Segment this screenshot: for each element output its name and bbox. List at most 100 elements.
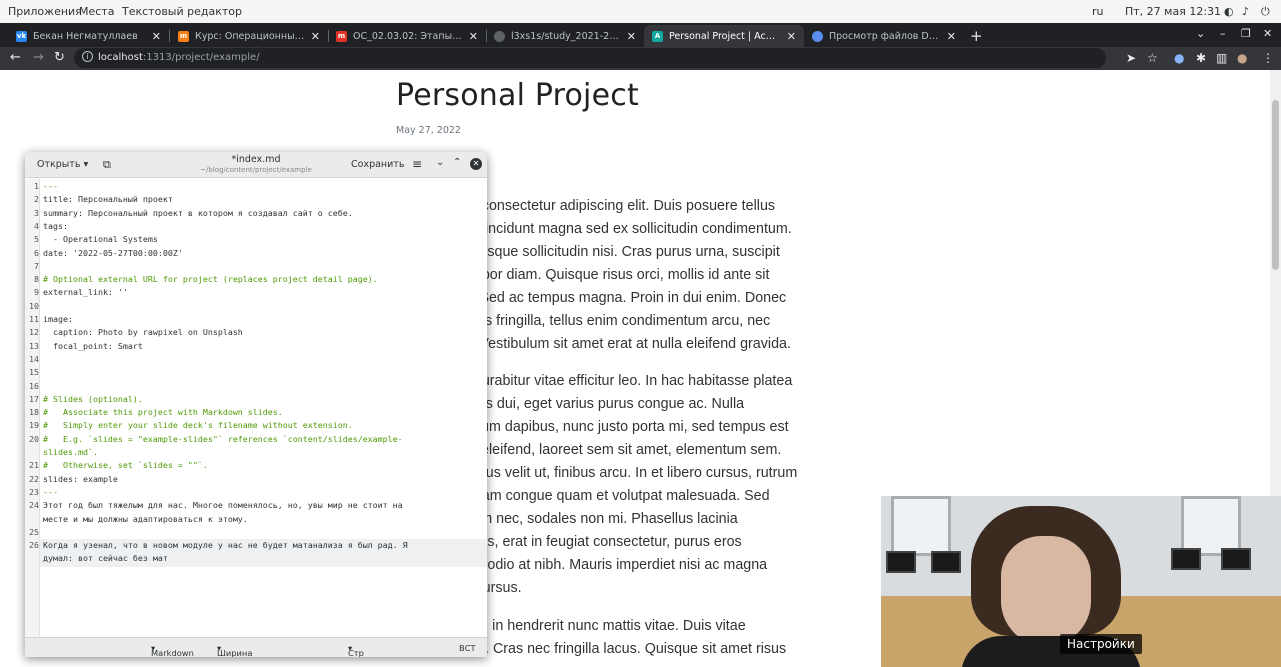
line-number: 4 xyxy=(34,220,39,231)
line-number: 18 xyxy=(29,407,39,418)
browser-tab[interactable]: l3xs1s/study_2021-2022_os-in ✕ xyxy=(486,25,644,47)
bookmark-star-icon[interactable]: ☆ xyxy=(1147,51,1158,65)
browser-tab[interactable]: vk Бекан Негматуллаев ✕ xyxy=(8,25,169,47)
line-number: 16 xyxy=(29,380,39,391)
code-line[interactable]: date: '2022-05-27T00:00:00Z' xyxy=(43,248,183,258)
line-number: 17 xyxy=(29,393,39,404)
site-info-icon[interactable]: i xyxy=(82,51,93,62)
code-line[interactable]: slides.md`. xyxy=(43,447,98,457)
code-line[interactable]: tags: xyxy=(43,221,68,231)
code-line[interactable]: # Associate this project with Markdown s… xyxy=(43,407,283,417)
volume-icon[interactable]: ♪ xyxy=(1242,5,1249,18)
code-line[interactable]: # Slides (optional). xyxy=(43,394,143,404)
moodle-icon: m xyxy=(336,30,347,42)
side-panel-icon[interactable]: ▥ xyxy=(1216,51,1227,65)
profile-avatar-icon[interactable]: ● xyxy=(1237,51,1247,65)
code-line[interactable]: --- xyxy=(43,181,58,191)
active-app-menu[interactable]: Текстовый редактор xyxy=(122,5,242,18)
line-number-gutter: 1 2 3 4 5 6 7 8 9 10 11 12 13 14 15 16 17 18 19 20 21 22 23 24 2… xyxy=(25,179,40,637)
code-line[interactable]: summary: Персональный проект в котором я… xyxy=(43,208,353,218)
tab-width-selector[interactable]: Ширина табуляции: 8 ▾ xyxy=(217,643,252,657)
close-window-icon[interactable]: ✕ xyxy=(1263,27,1272,40)
minimize-window-icon[interactable]: – xyxy=(1220,27,1226,40)
line-number: 23 xyxy=(29,486,39,497)
code-line[interactable]: - Operational Systems xyxy=(43,234,158,244)
tab-search-icon[interactable]: ⌄ xyxy=(1196,27,1205,40)
article-date: May 27, 2022 xyxy=(396,125,461,136)
code-line[interactable]: думал: вот сейчас без мат xyxy=(43,553,168,563)
page-title: Personal Project xyxy=(396,78,639,113)
close-tab-icon[interactable]: ✕ xyxy=(787,30,796,43)
settings-label[interactable]: Настройки xyxy=(1060,634,1142,654)
code-line[interactable]: image: xyxy=(43,314,73,324)
line-number: 12 xyxy=(29,327,39,338)
page-scrollbar-thumb[interactable] xyxy=(1272,100,1279,270)
code-line[interactable]: месте и мы должны адаптироваться к этому… xyxy=(43,514,248,524)
browser-tab-active[interactable]: A Personal Project | Academic ✕ xyxy=(644,25,804,47)
browser-toolbar: ← → ↻ i localhost:1313/project/example/ … xyxy=(0,47,1281,70)
forward-icon[interactable]: → xyxy=(33,50,44,65)
close-tab-icon[interactable]: ✕ xyxy=(311,30,320,43)
code-line[interactable]: --- xyxy=(43,487,58,497)
code-line[interactable]: external_link: '' xyxy=(43,287,128,297)
save-button[interactable]: Сохранить xyxy=(351,159,404,170)
url-text[interactable]: localhost:1313/project/example/ xyxy=(98,52,260,63)
editor-header-bar: Открыть ▾ ⧉ *index.md ~/blog/content/pro… xyxy=(25,152,487,178)
code-line[interactable]: slides: example xyxy=(43,474,118,484)
syntax-selector[interactable]: Markdown ▾ xyxy=(151,643,194,657)
network-icon[interactable]: ◐ xyxy=(1224,5,1234,18)
keyboard-layout-indicator[interactable]: ru xyxy=(1092,5,1104,18)
code-line[interactable]: caption: Photo by rawpixel on Unsplash xyxy=(43,327,243,337)
close-tab-icon[interactable]: ✕ xyxy=(469,30,478,43)
editor-status-bar: Markdown ▾ Ширина табуляции: 8 ▾ Стр 26,… xyxy=(25,637,487,657)
close-icon[interactable]: ✕ xyxy=(470,158,482,170)
line-number: 10 xyxy=(29,300,39,311)
applications-menu[interactable]: Приложения xyxy=(8,5,82,18)
line-number: 26 xyxy=(29,540,39,551)
extensions-puzzle-icon[interactable]: ✱ xyxy=(1196,51,1206,65)
back-icon[interactable]: ← xyxy=(10,50,21,65)
line-number: 8 xyxy=(34,274,39,285)
code-line[interactable]: Этот год был тяжелым для нас. Многое пом… xyxy=(43,500,403,510)
editor-text-area[interactable]: 1 2 3 4 5 6 7 8 9 10 11 12 13 14 15 16 17 18 19 20 21 22 23 24 2… xyxy=(25,179,487,637)
browser-tab[interactable]: Просмотр файлов DOCX | Mi ✕ xyxy=(804,25,964,47)
browser-tab[interactable]: m ОС_02.03.02: Этапы реализац ✕ xyxy=(328,25,486,47)
send-icon[interactable]: ➤ xyxy=(1126,51,1136,65)
line-number: 20 xyxy=(29,433,39,444)
code-line[interactable]: # E.g. `slides = "example-slides"` refer… xyxy=(43,434,403,444)
address-bar[interactable]: i localhost:1313/project/example/ xyxy=(74,48,1106,68)
code-line[interactable]: focal_point: Smart xyxy=(43,341,143,351)
clock[interactable]: Пт, 27 мая 12:31 xyxy=(1125,5,1221,18)
power-icon[interactable]: ⏻ xyxy=(1261,5,1270,19)
maximize-icon[interactable]: ⌃ xyxy=(453,157,461,168)
line-number: 11 xyxy=(29,314,39,324)
places-menu[interactable]: Места xyxy=(79,5,114,18)
minimize-icon[interactable]: ⌄ xyxy=(436,157,444,168)
close-tab-icon[interactable]: ✕ xyxy=(152,30,161,43)
line-number: 22 xyxy=(29,473,39,484)
code-line[interactable]: # Simply enter your slide deck's filenam… xyxy=(43,420,353,430)
code-line[interactable]: # Optional external URL for project (rep… xyxy=(43,274,378,284)
hamburger-menu-icon[interactable]: ≡ xyxy=(412,157,422,171)
code-line[interactable]: # Otherwise, set `slides = ""`. xyxy=(43,460,208,470)
system-top-bar: Приложения Места Текстовый редактор ru П… xyxy=(0,0,1281,23)
close-tab-icon[interactable]: ✕ xyxy=(947,30,956,43)
browser-menu-icon[interactable]: ⋮ xyxy=(1262,51,1274,65)
line-number: 19 xyxy=(29,420,39,431)
browser-tab[interactable]: m Курс: Операционные систем ✕ xyxy=(170,25,328,47)
extension-icon[interactable]: ● xyxy=(1174,51,1184,65)
vk-icon: vk xyxy=(16,30,27,42)
new-tab-button[interactable]: + xyxy=(970,27,983,45)
github-icon xyxy=(494,30,505,42)
reload-icon[interactable]: ↻ xyxy=(54,50,65,65)
line-number: 5 xyxy=(34,234,39,245)
insert-mode[interactable]: ВСТ xyxy=(459,643,476,653)
cursor-position[interactable]: Стр 26, Стлб 100 ▾ xyxy=(348,643,364,657)
code-line[interactable]: Когда я узенал, что в новом модуле у нас… xyxy=(43,540,408,550)
line-number: 24 xyxy=(29,500,39,511)
line-number: 3 xyxy=(34,207,39,218)
line-number: 7 xyxy=(34,260,39,271)
close-tab-icon[interactable]: ✕ xyxy=(627,30,636,43)
restore-window-icon[interactable]: ❐ xyxy=(1241,27,1251,40)
code-line[interactable]: title: Персональный проект xyxy=(43,194,173,204)
